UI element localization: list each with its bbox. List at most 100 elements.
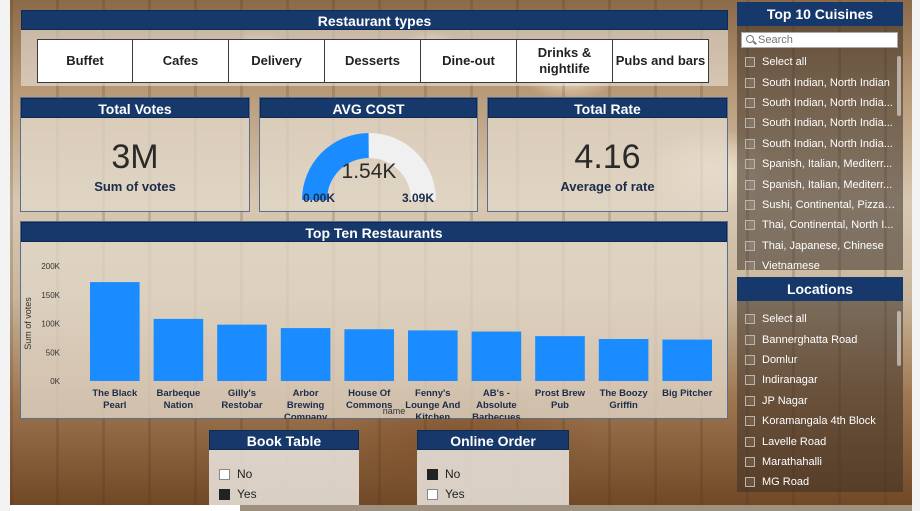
category-label-line: Absolute [476, 400, 517, 411]
checkbox-icon[interactable] [745, 314, 755, 325]
checkbox-icon[interactable] [745, 240, 755, 251]
top-ten-restaurants-chart: Top Ten Restaurants 0K 50K 100K 150K 200K Sum… [20, 221, 728, 423]
checkbox-icon[interactable] [745, 77, 755, 88]
y-tick-label: 100K [41, 320, 60, 329]
book-table-option-no[interactable]: No [219, 464, 359, 484]
category-label: Barbeque Nation [156, 388, 200, 411]
category-label: Prost Brew Pub [535, 388, 586, 411]
location-item[interactable]: MG Road [741, 472, 899, 492]
chart-title: Top Ten Restaurants [21, 222, 727, 242]
bar-chart-svg: 0K 50K 100K 150K 200K Sum of votes The Black Pe… [23, 262, 713, 423]
location-item-label: Select all [762, 313, 807, 326]
checkbox-icon[interactable] [745, 138, 755, 149]
cuisine-item[interactable]: South Indian, North India... [741, 134, 899, 154]
restaurant-types-title: Restaurant types [21, 10, 728, 30]
checkbox-icon[interactable] [427, 488, 438, 500]
cuisine-item[interactable]: Thai, Japanese, Chinese [741, 236, 899, 256]
location-item[interactable]: Bannerghatta Road [741, 329, 899, 349]
y-tick-label: 0K [50, 377, 60, 386]
checkbox-icon[interactable] [427, 468, 438, 480]
locations-title: Locations [737, 277, 903, 301]
location-item[interactable]: Indiranagar [741, 370, 899, 390]
location-item-label: Lavelle Road [762, 435, 827, 448]
cuisine-item-label: South Indian, North Indian [762, 76, 890, 89]
checkbox-icon[interactable] [745, 179, 755, 190]
category-label-line: Gilly's [228, 388, 256, 399]
book-table-option-yes[interactable]: Yes [219, 484, 359, 504]
cuisine-item[interactable]: South Indian, North Indian [741, 72, 899, 92]
locations-slicer: Locations Select all Bannerghatta Road Dom… [737, 277, 903, 492]
checkbox-icon[interactable] [745, 456, 755, 467]
checkbox-icon[interactable] [745, 395, 755, 406]
checkbox-icon[interactable] [745, 354, 755, 365]
cuisine-item-label: South Indian, North India... [762, 117, 893, 130]
checkbox-icon[interactable] [745, 261, 755, 270]
checkbox-icon[interactable] [219, 468, 230, 480]
checkbox-icon[interactable] [745, 334, 755, 345]
bar-1 [153, 318, 204, 381]
online-order-option-yes[interactable]: Yes [427, 484, 569, 504]
checkbox-icon[interactable] [745, 199, 755, 210]
category-label-line: The Black [92, 388, 138, 399]
type-button-cafes[interactable]: Cafes [133, 39, 229, 83]
cuisine-item[interactable]: Thai, Continental, North I... [741, 215, 899, 235]
category-label: AB's -Absolute Barbecues [472, 388, 521, 419]
cuisine-item[interactable]: South Indian, North India... [741, 113, 899, 133]
cuisine-item[interactable]: Select all [741, 52, 899, 72]
online-order-option-no[interactable]: No [427, 464, 569, 484]
total-votes-value: 3M [111, 138, 159, 176]
total-votes-label: Sum of votes [94, 179, 176, 194]
type-button-delivery[interactable]: Delivery [229, 39, 325, 83]
location-item[interactable]: Domlur [741, 350, 899, 370]
category-label-line: Barbecues [472, 412, 521, 419]
checkbox-icon[interactable] [745, 477, 755, 488]
checkbox-icon[interactable] [745, 375, 755, 386]
cuisine-item-label: Spanish, Italian, Mediterr... [762, 158, 893, 171]
cuisine-search-box[interactable] [741, 32, 898, 48]
locations-scrollbar[interactable] [897, 311, 901, 366]
avg-cost-title: AVG COST [260, 98, 477, 118]
category-label: Fenny's Lounge And Kitchen [405, 388, 460, 419]
type-button-pubs-bars[interactable]: Pubs and bars [613, 39, 709, 83]
total-votes-title: Total Votes [21, 98, 249, 118]
category-label-line: Brewing [287, 400, 325, 411]
category-label: The Black Pearl [92, 388, 138, 411]
bar-8 [598, 339, 649, 381]
checkbox-icon[interactable] [745, 416, 755, 427]
cuisine-item[interactable]: Vietnamese [741, 256, 899, 270]
checkbox-icon[interactable] [745, 220, 755, 231]
location-item[interactable]: Marathahalli [741, 452, 899, 472]
category-label-line: Arbor [293, 388, 319, 399]
option-label: Yes [445, 487, 465, 501]
category-label-line: Prost Brew [535, 388, 586, 399]
location-item[interactable]: JP Nagar [741, 391, 899, 411]
cuisine-item[interactable]: Sushi, Continental, Pizza, ... [741, 195, 899, 215]
cuisine-item[interactable]: Spanish, Italian, Mediterr... [741, 154, 899, 174]
type-button-desserts[interactable]: Desserts [325, 39, 421, 83]
location-item[interactable]: Lavelle Road [741, 431, 899, 451]
checkbox-icon[interactable] [745, 57, 755, 68]
checkbox-icon[interactable] [745, 436, 755, 447]
total-votes-card: Total Votes 3M Sum of votes [20, 97, 250, 212]
cuisine-search-input[interactable] [758, 34, 897, 46]
location-item[interactable]: Koramangala 4th Block [741, 411, 899, 431]
type-button-dine-out[interactable]: Dine-out [421, 39, 517, 83]
location-list: Select all Bannerghatta Road Domlur Indiran… [741, 309, 899, 492]
type-button-drinks-nightlife[interactable]: Drinks & nightlife [517, 39, 613, 83]
checkbox-icon[interactable] [219, 488, 230, 500]
avg-cost-card: AVG COST 1.54K 0.00K 3.09K [259, 97, 478, 212]
option-label: Yes [237, 487, 257, 501]
checkbox-icon[interactable] [745, 159, 755, 170]
location-item-label: Koramangala 4th Block [762, 415, 876, 428]
checkbox-icon[interactable] [745, 118, 755, 129]
online-order-title: Online Order [417, 430, 569, 450]
bottom-edge [10, 505, 240, 511]
top-cuisines-slicer: Top 10 Cuisines Select all South Indian, … [737, 2, 903, 270]
cuisine-scrollbar[interactable] [897, 56, 901, 116]
location-item[interactable]: Select all [741, 309, 899, 329]
type-button-buffet[interactable]: Buffet [37, 39, 133, 83]
checkbox-icon[interactable] [745, 97, 755, 108]
cuisine-item[interactable]: South Indian, North India... [741, 93, 899, 113]
avg-cost-gauge: 1.54K 0.00K 3.09K [302, 133, 436, 205]
cuisine-item[interactable]: Spanish, Italian, Mediterr... [741, 174, 899, 194]
